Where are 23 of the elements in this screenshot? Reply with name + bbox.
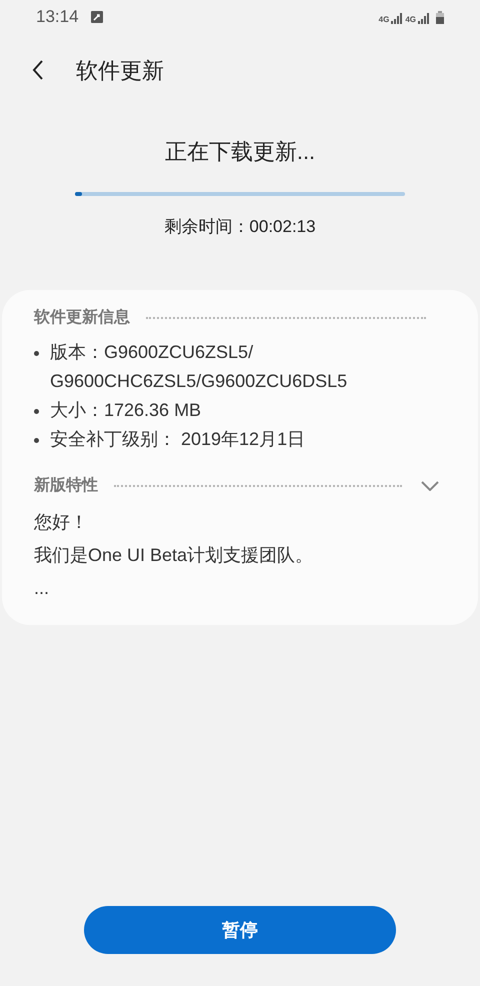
notification-icon (90, 11, 103, 23)
info-item: 版本：G9600ZCU6ZSL5/ G9600CHC6ZSL5/G9600ZCU6DSL5 (50, 340, 348, 392)
network-label: 4G (378, 16, 390, 24)
release-note-line: 我们是One UI Beta计划支援团队。 (34, 544, 314, 566)
remaining-time: 剩余时间：00:02:13 (164, 216, 316, 238)
signal-icon (418, 12, 430, 24)
chevron-down-icon (421, 480, 439, 490)
network-label: 4G (405, 16, 416, 24)
bullet-icon (34, 408, 39, 414)
signal-icon (391, 12, 404, 24)
section-heading: 新版特性 (34, 475, 98, 496)
info-item: 大小：1726.36 MB (50, 398, 202, 422)
pause-button[interactable]: 暂停 (84, 906, 396, 954)
status-time: 13:14 (36, 6, 79, 28)
bullet-icon (34, 350, 39, 356)
info-item: 安全补丁级别： 2019年12月1日 (50, 428, 306, 450)
battery-icon (436, 10, 444, 24)
section-heading: 软件更新信息 (34, 307, 130, 328)
release-note-line: 您好！ (34, 510, 89, 534)
download-status: 正在下载更新... (164, 138, 316, 166)
bullet-icon (34, 438, 39, 442)
release-note-line: ... (34, 576, 50, 600)
page-title: 软件更新 (76, 56, 164, 84)
